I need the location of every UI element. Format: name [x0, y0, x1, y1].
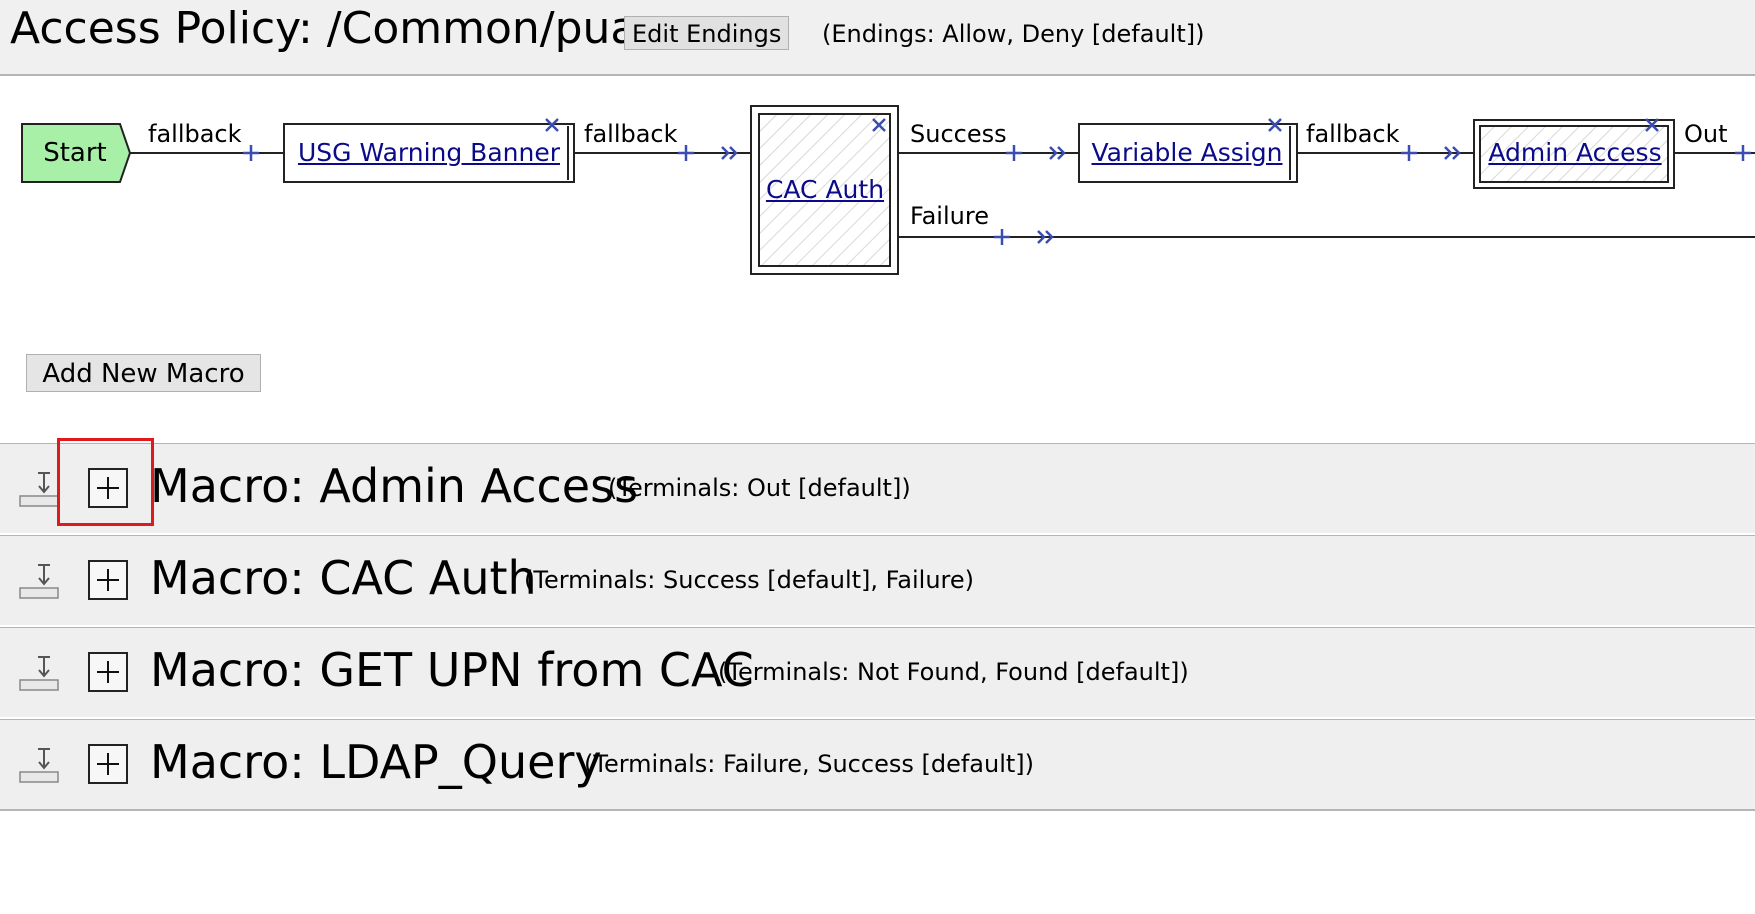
- macro-terminals: (Terminals: Not Found, Found [default]): [718, 658, 1189, 686]
- macro-row: Macro: GET UPN from CAC (Terminals: Not …: [0, 627, 1755, 717]
- policy-header: Access Policy: /Common/pua Edit Endings …: [0, 0, 1755, 76]
- macro-title: Macro: CAC Auth: [150, 551, 537, 605]
- expand-macro-button[interactable]: [88, 652, 128, 692]
- page-title: Access Policy: /Common/pua: [10, 3, 638, 54]
- branch-label: Success: [910, 120, 1007, 148]
- macro-title: Macro: Admin Access: [150, 459, 639, 513]
- highlight-box: [57, 438, 154, 526]
- macro-title: Macro: LDAP_Query: [150, 735, 602, 789]
- macro-title: Macro: GET UPN from CAC: [150, 643, 754, 697]
- node-link-usg-warning-banner[interactable]: USG Warning Banner: [290, 138, 568, 168]
- expand-macro-button[interactable]: [88, 560, 128, 600]
- node-link-variable-assign[interactable]: Variable Assign: [1084, 138, 1290, 168]
- branch-label: fallback: [584, 120, 678, 148]
- macro-terminals: (Terminals: Out [default]): [608, 474, 911, 502]
- move-macro-icon[interactable]: [18, 562, 62, 602]
- branch-label: fallback: [1306, 120, 1400, 148]
- edit-endings-button[interactable]: Edit Endings: [624, 16, 790, 50]
- node-link-cac-auth[interactable]: CAC Auth: [760, 175, 890, 205]
- add-new-macro-button[interactable]: Add New Macro: [26, 354, 261, 392]
- policy-flow-diagram: Start fallback fallback Success Failure …: [0, 76, 1755, 306]
- branch-label: Out: [1684, 120, 1728, 148]
- node-link-admin-access[interactable]: Admin Access: [1482, 138, 1668, 168]
- branch-label: Failure: [910, 202, 989, 230]
- macro-row: Macro: CAC Auth (Terminals: Success [def…: [0, 535, 1755, 625]
- macro-terminals: (Terminals: Failure, Success [default]): [584, 750, 1034, 778]
- move-macro-icon[interactable]: [18, 470, 62, 510]
- move-macro-icon[interactable]: [18, 654, 62, 694]
- start-node[interactable]: Start: [20, 126, 130, 180]
- macro-terminals: (Terminals: Success [default], Failure): [524, 566, 974, 594]
- macro-row: Macro: LDAP_Query (Terminals: Failure, S…: [0, 719, 1755, 811]
- expand-macro-button[interactable]: [88, 744, 128, 784]
- branch-label: fallback: [148, 120, 242, 148]
- endings-note: (Endings: Allow, Deny [default]): [822, 20, 1205, 48]
- macro-row: Macro: Admin Access (Terminals: Out [def…: [0, 443, 1755, 533]
- move-macro-icon[interactable]: [18, 746, 62, 786]
